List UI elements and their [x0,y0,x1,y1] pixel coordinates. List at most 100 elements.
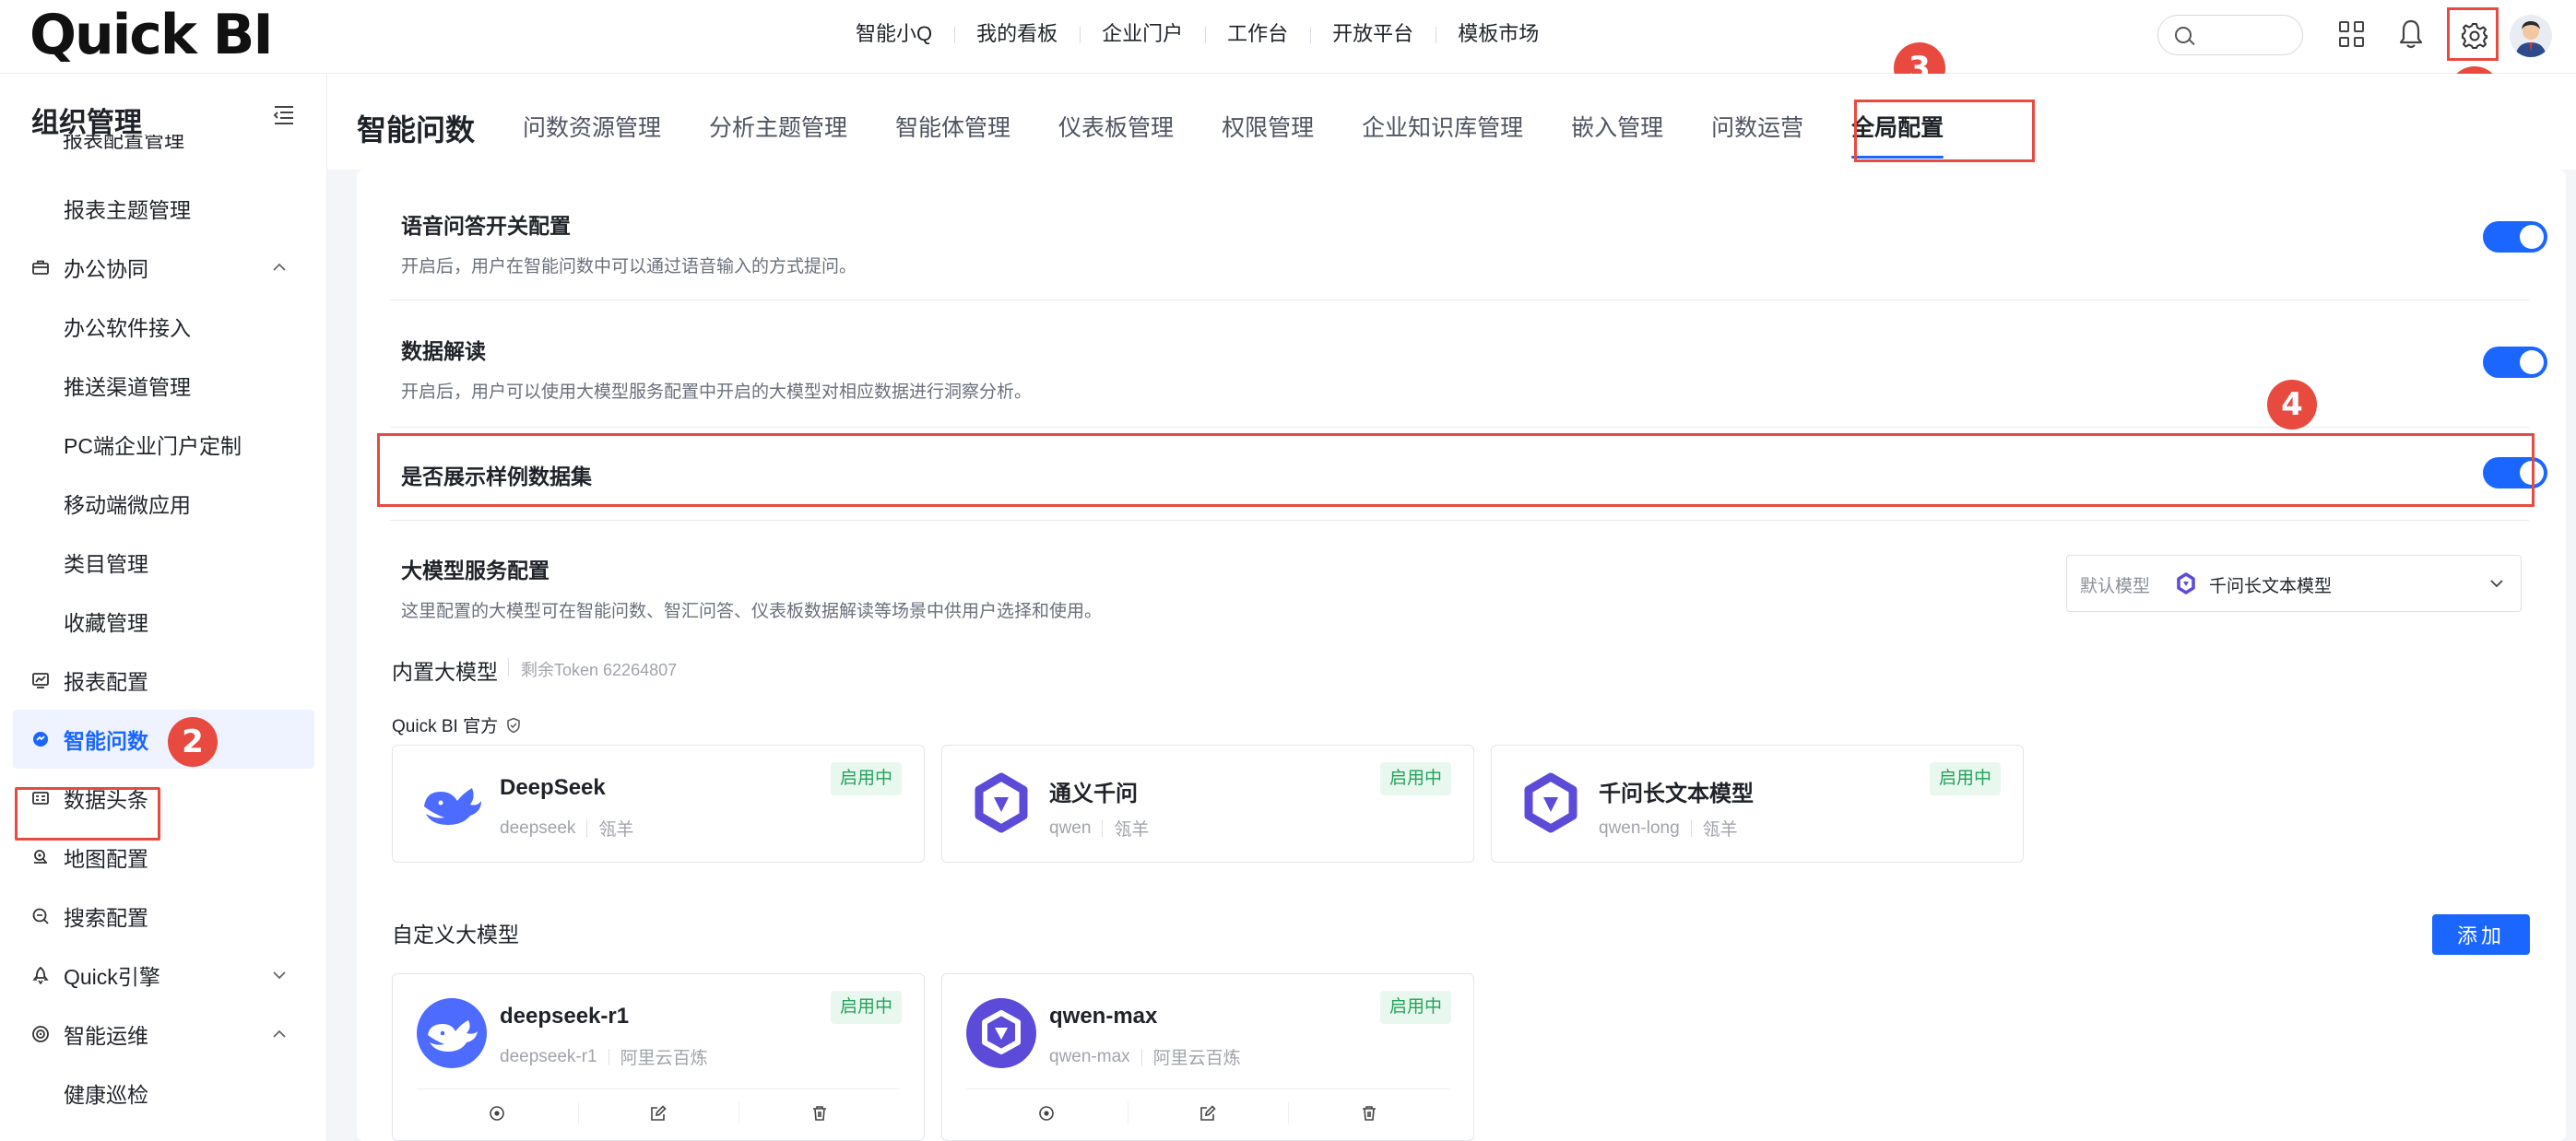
tab-agent[interactable]: 智能体管理 [895,112,1010,144]
smart-query-highlight-frame [15,787,160,841]
tab-knowledge-base[interactable]: 企业知识库管理 [1362,112,1523,144]
tab-permission[interactable]: 权限管理 [1222,112,1314,144]
page-title: 智能问数 [357,113,476,147]
setting-voice-qa: 语音问答开关配置 开启后，用户在智能问数中可以通过语音输入的方式提问。 [401,208,2522,277]
ops-icon [32,1026,49,1042]
model-card-deepseek-r1[interactable]: deepseek-r1 deepseek-r1 阿里云百炼 启用中 [392,973,925,1141]
tab-analysis-theme[interactable]: 分析主题管理 [709,112,847,144]
user-avatar[interactable] [2510,15,2552,57]
nav-item-xiaoq[interactable]: 智能小Q [856,18,954,50]
shield-check-icon [507,717,520,733]
nav-item-my-dashboard[interactable]: 我的看板 [954,18,1080,50]
gear-icon[interactable] [2461,22,2488,50]
default-model-select[interactable]: 默认模型 千问长文本模型 [2066,555,2522,612]
model-card-qwen-max[interactable]: qwen-max qwen-max 阿里云百炼 启用中 [941,973,1474,1141]
annotation-badge-2: 2 [168,717,218,767]
chevron-up-icon [273,263,286,271]
nav-item-workbench[interactable]: 工作台 [1205,18,1310,50]
setting-title: 数据解读 [401,339,486,363]
sidebar-item-label: 移动端微应用 [64,493,191,517]
model-card-qwen[interactable]: 通义千问 qwen 瓴羊 启用中 [941,745,1474,863]
sidebar-item-favorites[interactable]: 收藏管理 [0,592,326,651]
edit-button[interactable] [1127,1089,1289,1136]
deepseek-whale-icon [424,788,481,825]
model-meta: qwen 瓴羊 [1049,816,1149,841]
add-model-button[interactable]: 添加 [2432,914,2530,955]
sidebar-item-category[interactable]: 类目管理 [0,533,326,592]
nav-item-template-market[interactable]: 模板市场 [1436,18,1561,50]
data-insight-toggle[interactable] [2483,347,2547,378]
sidebar-item-label: 类目管理 [64,552,148,576]
sidebar-item-label: Quick引擎 [64,965,160,989]
sidebar-item-health-check[interactable]: 健康巡检 [0,1064,326,1123]
model-provider: 瓴羊 [1114,820,1150,840]
model-provider: 阿里云百炼 [1152,1049,1241,1068]
default-model-value: 千问长文本模型 [2209,577,2333,596]
sidebar-item-office-software[interactable]: 办公软件接入 [0,297,326,356]
nav-item-portal[interactable]: 企业门户 [1080,18,1205,50]
sidebar-item-label: 智能问数 [64,729,148,753]
sidebar-item-office[interactable]: 办公协同 [0,238,326,297]
quick-bi-logo[interactable]: Quick BI [30,2,274,68]
sidebar-item-search-config[interactable]: 搜索配置 [0,887,326,946]
view-button[interactable] [417,1089,578,1136]
sidebar-item-label: 智能运维 [64,1024,148,1048]
edit-button[interactable] [577,1089,739,1136]
status-badge: 启用中 [1929,762,2001,795]
sidebar-item-label: 办公软件接入 [64,316,191,340]
view-button[interactable] [966,1089,1128,1136]
deepseek-whale-icon [417,998,487,1068]
nav-item-open-platform[interactable]: 开放平台 [1310,18,1436,50]
sidebar-item-quick-engine[interactable]: Quick引擎 [0,946,326,1005]
sidebar-item-cut[interactable]: 报表配置管理 [63,135,184,155]
annotation-badge-4: 4 [2267,380,2317,429]
tab-dashboard[interactable]: 仪表板管理 [1058,112,1174,144]
sidebar-item-label: 报表主题管理 [64,198,191,222]
sidebar-item-mobile-app[interactable]: 移动端微应用 [0,474,326,533]
model-provider: 瓴羊 [1702,820,1738,840]
divider [1102,819,1104,837]
sidebar-item-smart-ops[interactable]: 智能运维 [0,1005,326,1064]
model-card-qwen-long[interactable]: 千问长文本模型 qwen-long 瓴羊 启用中 [1491,745,2024,863]
model-id: qwen-long [1599,818,1680,838]
sidebar-item-label: 收藏管理 [64,611,148,635]
setting-desc: 开启后，用户可以使用大模型服务配置中开启的大模型对相应数据进行洞察分析。 [401,382,1033,402]
sidebar-item-pc-portal[interactable]: PC端企业门户定制 [0,415,326,474]
delete-button[interactable] [739,1089,900,1136]
setting-data-insight: 数据解读 开启后，用户可以使用大模型服务配置中开启的大模型对相应数据进行洞察分析… [401,334,2522,403]
tab-operations[interactable]: 问数运营 [1711,112,1803,144]
tabs-bar: 智能问数 问数资源管理 分析主题管理 智能体管理 仪表板管理 权限管理 企业知识… [327,74,2576,170]
sidebar-item-label: 健康巡检 [64,1083,148,1107]
tab-query-resource[interactable]: 问数资源管理 [523,112,661,144]
sidebar-item-push-channel[interactable]: 推送渠道管理 [0,356,326,415]
bell-icon[interactable] [2397,18,2425,50]
sidebar-item-smart-query[interactable]: 智能问数 [13,710,314,769]
model-meta: deepseek-r1 阿里云百炼 [500,1044,708,1069]
model-id: deepseek-r1 [500,1046,597,1066]
smart-query-icon [33,732,48,747]
tab-embed[interactable]: 嵌入管理 [1571,112,1663,144]
top-bar: Quick BI 智能小Q 我的看板 企业门户 工作台 开放平台 模板市场 [0,0,2576,74]
model-card-deepseek[interactable]: DeepSeek deepseek 瓴羊 启用中 [392,745,925,863]
sidebar-item-report-config[interactable]: 报表配置 [0,651,326,710]
divider [586,819,588,837]
rocket-icon [32,966,49,984]
global-config-highlight-frame [1854,100,2035,162]
apps-grid-icon[interactable] [2339,21,2365,47]
collapse-sidebar-icon[interactable] [273,105,295,125]
divider [390,427,2529,428]
sidebar-item-label: 搜索配置 [64,906,148,930]
sidebar-item-report-theme[interactable]: 报表主题管理 [0,179,326,238]
status-badge: 启用中 [830,762,902,795]
voice-qa-toggle[interactable] [2483,221,2547,253]
delete-button[interactable] [1288,1089,1449,1136]
divider [390,520,2529,521]
global-search[interactable] [2157,15,2303,55]
status-badge: 启用中 [1379,991,1451,1024]
qwen-icon [1524,772,1578,833]
main-content: 智能问数 问数资源管理 分析主题管理 智能体管理 仪表板管理 权限管理 企业知识… [327,74,2576,1141]
target-icon [490,1105,505,1121]
search-input[interactable] [2197,21,2297,49]
tab-list: 问数资源管理 分析主题管理 智能体管理 仪表板管理 权限管理 企业知识库管理 嵌… [523,112,1991,159]
edit-icon [651,1104,667,1121]
